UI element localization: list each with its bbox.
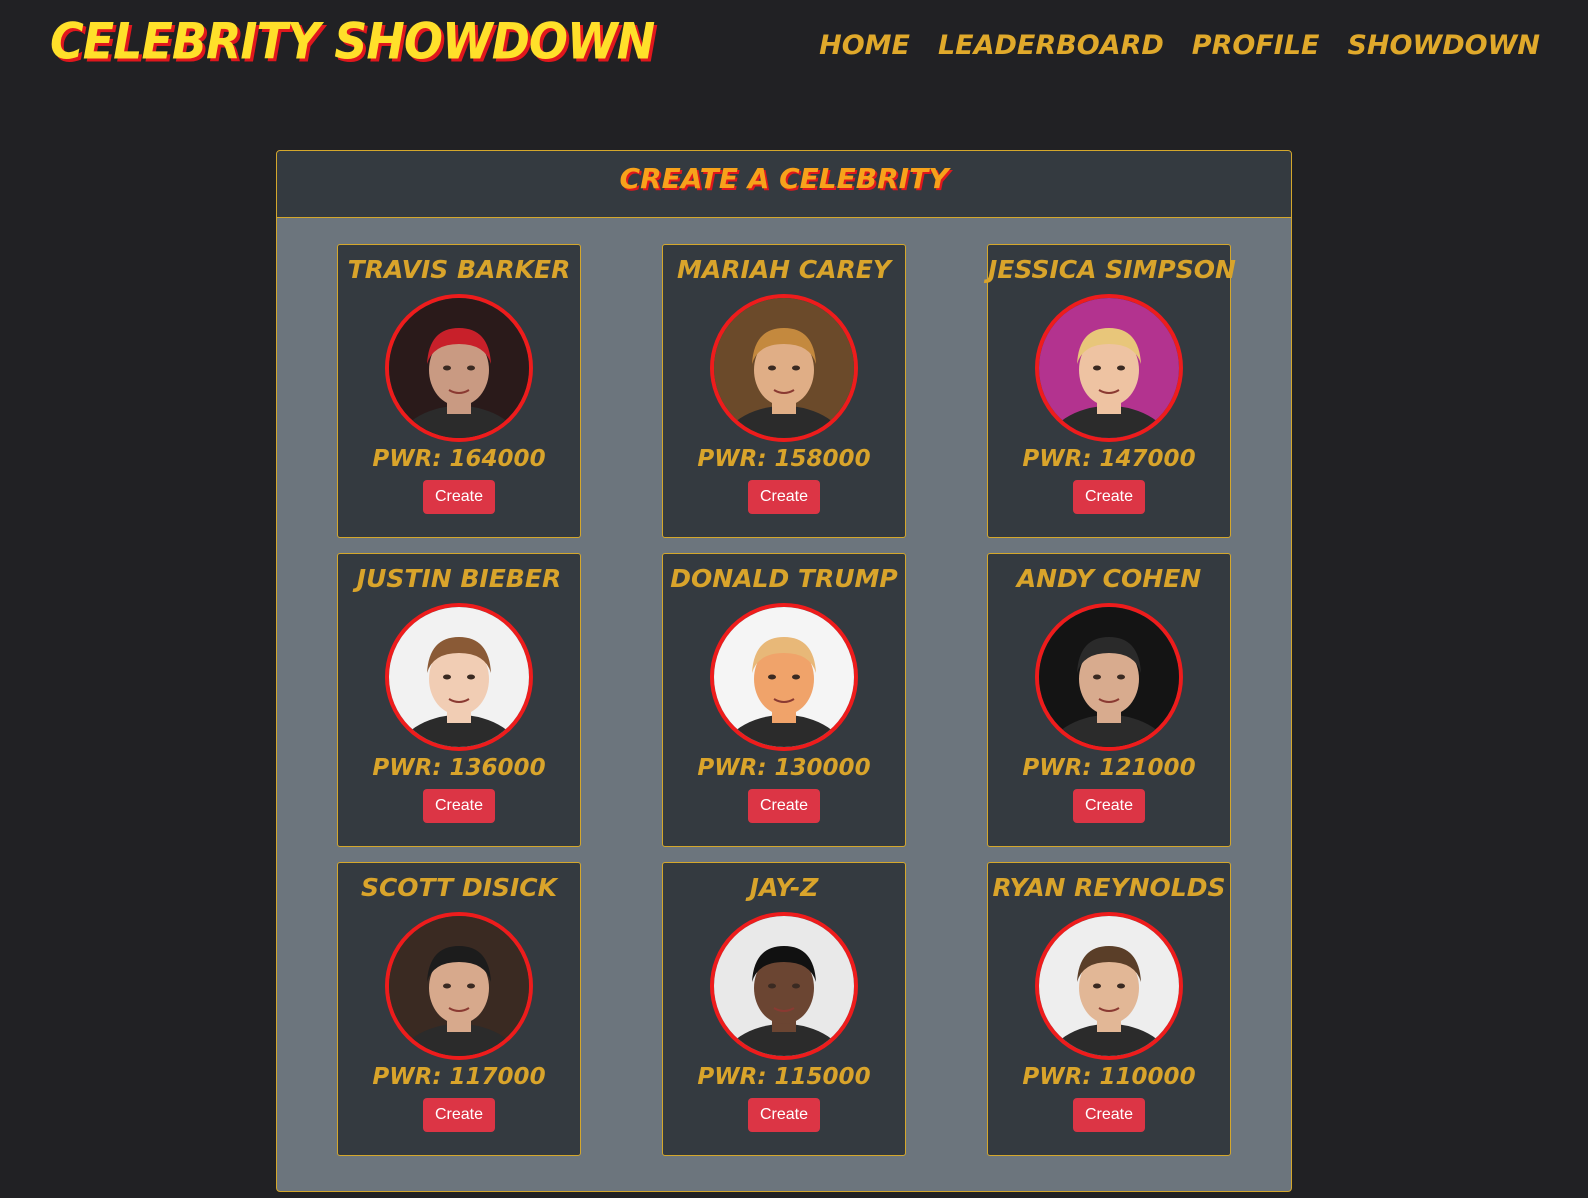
celebrity-power: PWR: 115000: [697, 1064, 871, 1090]
celebrity-card: Donald Trump PWR: 130000 Create: [662, 553, 906, 847]
celebrity-photo-placeholder: [1039, 916, 1179, 1056]
brand-logo[interactable]: Celebrity Showdown: [50, 12, 655, 70]
nav-leaderboard[interactable]: Leaderboard: [938, 30, 1164, 61]
celebrity-name: Mariah Carey: [677, 255, 891, 284]
celebrity-name: Ryan Reynolds: [992, 873, 1226, 902]
celebrity-name: Donald Trump: [670, 564, 898, 593]
create-button[interactable]: Create: [747, 480, 821, 514]
celebrity-avatar: [385, 912, 533, 1060]
nav-profile[interactable]: Profile: [1192, 30, 1320, 61]
celebrity-avatar: [1035, 603, 1183, 751]
celebrity-card: Justin Bieber PWR: 136000 Create: [337, 553, 581, 847]
celebrity-avatar: [710, 912, 858, 1060]
main-nav: Home Leaderboard Profile Showdown: [819, 30, 1540, 61]
celebrity-name: Jessica Simpson: [988, 255, 1236, 284]
celebrity-photo-placeholder: [389, 607, 529, 747]
celebrity-photo-placeholder: [1039, 298, 1179, 438]
celebrity-name: Travis Barker: [347, 255, 571, 284]
celebrity-power: PWR: 117000: [372, 1064, 546, 1090]
create-celebrity-panel: Create a Celebrity Travis Barker PWR: 164…: [276, 150, 1292, 1192]
panel-header: Create a Celebrity: [277, 151, 1291, 218]
celebrity-card: Jay-Z PWR: 115000 Create: [662, 862, 906, 1156]
create-button[interactable]: Create: [422, 1098, 496, 1132]
celebrity-avatar: [1035, 294, 1183, 442]
celebrity-card: Andy Cohen PWR: 121000 Create: [987, 553, 1231, 847]
create-button[interactable]: Create: [1072, 480, 1146, 514]
celebrity-card: Jessica Simpson PWR: 147000 Create: [987, 244, 1236, 538]
celebrity-photo-placeholder: [714, 607, 854, 747]
top-navbar: Celebrity Showdown Home Leaderboard Prof…: [0, 0, 1588, 100]
create-button[interactable]: Create: [747, 1098, 821, 1132]
create-button[interactable]: Create: [747, 789, 821, 823]
celebrity-power: PWR: 136000: [372, 755, 546, 781]
celebrity-avatar: [385, 294, 533, 442]
celebrity-power: PWR: 110000: [1022, 1064, 1196, 1090]
celebrity-photo-placeholder: [389, 916, 529, 1056]
create-button[interactable]: Create: [422, 480, 496, 514]
celebrity-photo-placeholder: [714, 916, 854, 1056]
celebrity-name: Justin Bieber: [356, 564, 562, 593]
celebrity-grid: Travis Barker PWR: 164000 Create Mariah Car…: [337, 244, 1236, 1156]
celebrity-power: PWR: 121000: [1022, 755, 1196, 781]
celebrity-power: PWR: 147000: [1022, 446, 1196, 472]
create-button[interactable]: Create: [1072, 1098, 1146, 1132]
celebrity-name: Scott Disick: [360, 873, 558, 902]
celebrity-avatar: [710, 603, 858, 751]
celebrity-power: PWR: 130000: [697, 755, 871, 781]
celebrity-card: Scott Disick PWR: 117000 Create: [337, 862, 581, 1156]
celebrity-photo-placeholder: [714, 298, 854, 438]
celebrity-card: Ryan Reynolds PWR: 110000 Create: [987, 862, 1231, 1156]
celebrity-power: PWR: 158000: [697, 446, 871, 472]
celebrity-avatar: [385, 603, 533, 751]
nav-showdown[interactable]: Showdown: [1347, 30, 1540, 61]
celebrity-avatar: [1035, 912, 1183, 1060]
celebrity-photo-placeholder: [1039, 607, 1179, 747]
nav-home[interactable]: Home: [819, 30, 910, 61]
celebrity-card: Mariah Carey PWR: 158000 Create: [662, 244, 906, 538]
celebrity-power: PWR: 164000: [372, 446, 546, 472]
celebrity-photo-placeholder: [389, 298, 529, 438]
celebrity-card: Travis Barker PWR: 164000 Create: [337, 244, 581, 538]
panel-title: Create a Celebrity: [619, 161, 949, 195]
celebrity-avatar: [710, 294, 858, 442]
celebrity-name: Andy Cohen: [1016, 564, 1202, 593]
create-button[interactable]: Create: [1072, 789, 1146, 823]
create-button[interactable]: Create: [422, 789, 496, 823]
celebrity-name: Jay-Z: [749, 873, 819, 902]
